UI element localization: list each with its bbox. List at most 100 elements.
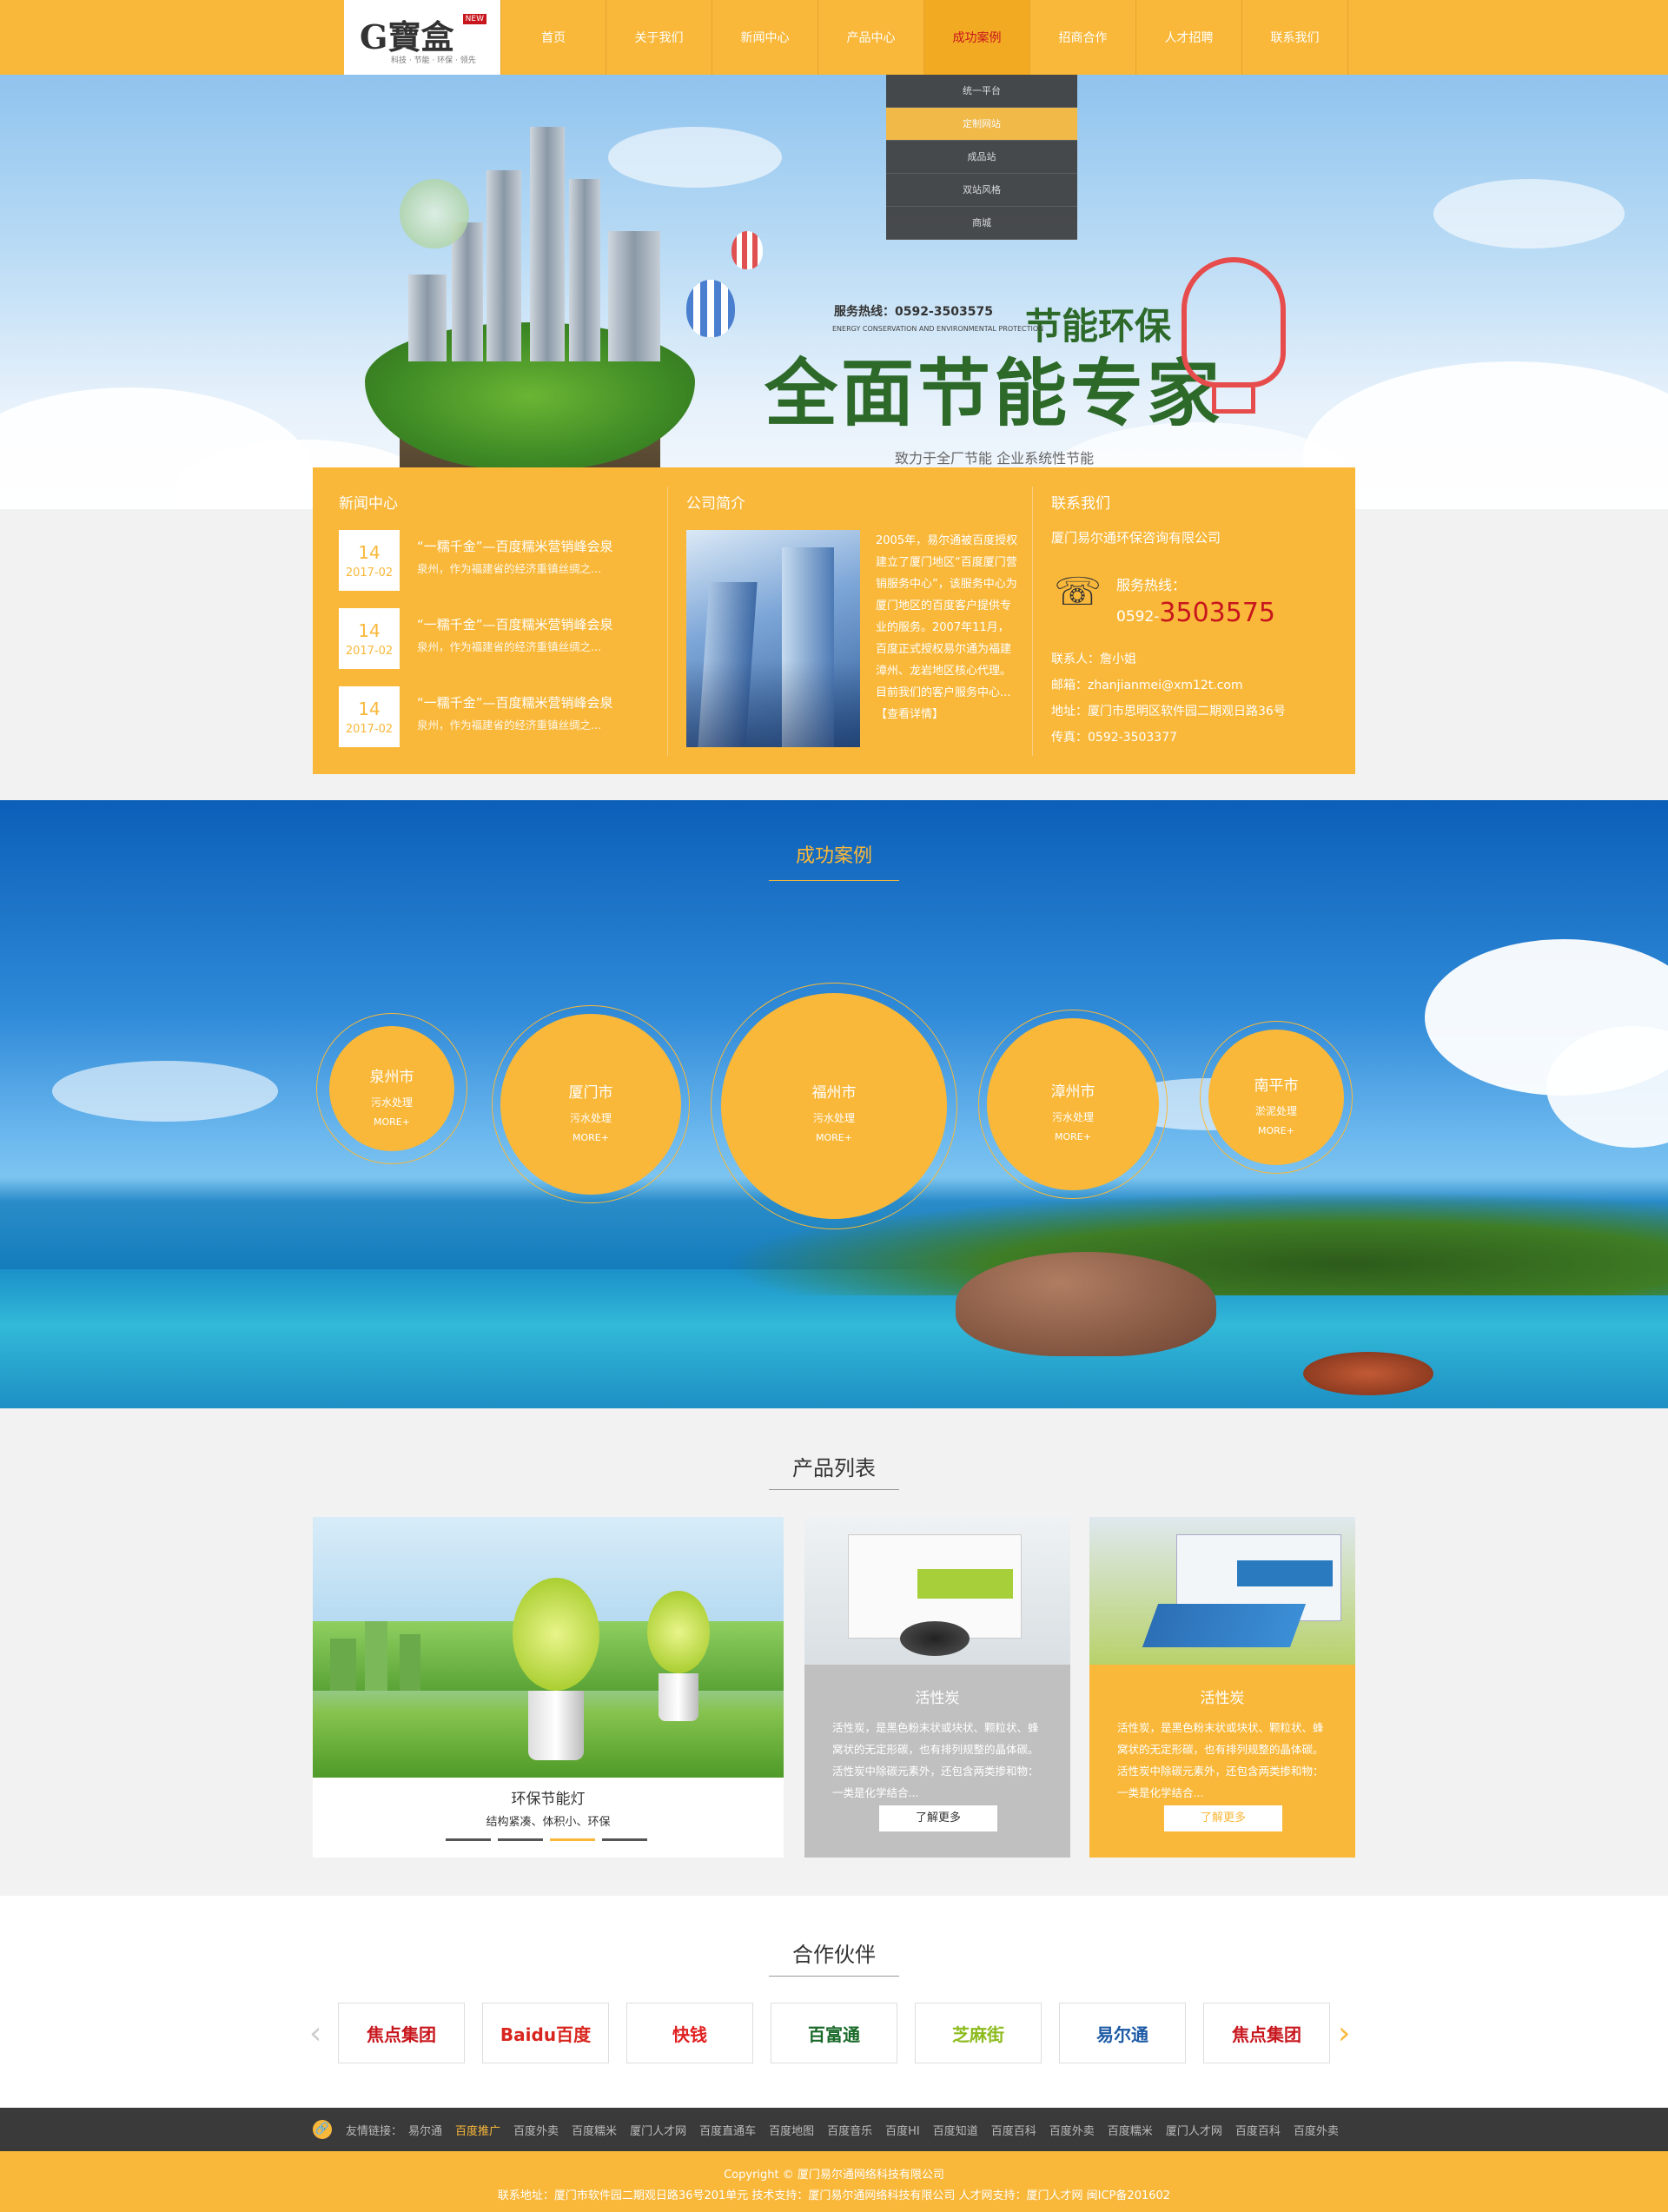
case-quanzhou[interactable]: 泉州市 污水处理 MORE+ [329, 1026, 454, 1151]
partner-logo-focus[interactable]: 焦点集团 [338, 2003, 465, 2063]
friend-link[interactable]: 百度外卖 [513, 2122, 559, 2138]
site-logo[interactable]: G寶盒 NEW 科技 · 节能 · 环保 · 领先 [344, 0, 500, 75]
friend-link[interactable]: 百度地图 [769, 2122, 814, 2138]
case-city: 泉州市 [369, 1069, 414, 1086]
case-more-link[interactable]: MORE+ [500, 1132, 681, 1143]
phone-icon: ☏ [1054, 570, 1102, 614]
contact-section-title[interactable]: 联系我们 [1051, 491, 1110, 513]
case-more-link[interactable]: MORE+ [987, 1131, 1159, 1142]
about-text: 2005年，易尔通被百度授权建立了厦门地区“百度厦门营销服务中心”，该服务中心为… [876, 530, 1019, 725]
friend-link[interactable]: 百度糯米 [572, 2122, 617, 2138]
product-name: 活性炭 [915, 1690, 960, 1707]
friend-link[interactable]: 百度糯米 [1108, 2122, 1153, 2138]
dropdown-item-platform[interactable]: 统一平台 [886, 75, 1077, 108]
partner-logo-baidu[interactable]: Baidu百度 [482, 2003, 609, 2063]
news-item[interactable]: 14 2017-02 “一糯千金”—百度糯米营销峰会泉 泉州，作为福建省的经济重… [339, 530, 660, 591]
featured-product[interactable]: 环保节能灯 结构紧凑、体积小、环保 [313, 1517, 784, 1858]
friend-link[interactable]: 百度直通车 [699, 2122, 756, 2138]
nav-cases[interactable]: 成功案例 [924, 0, 1030, 75]
nav-products[interactable]: 产品中心 [818, 0, 924, 75]
learn-more-button[interactable]: 了解更多 [879, 1805, 997, 1831]
friend-link[interactable]: 厦门人才网 [630, 2122, 686, 2138]
product-tabs [446, 1838, 647, 1841]
product-tab[interactable] [498, 1838, 543, 1841]
partner-logo-zhimajie[interactable]: 芝麻街 [915, 2003, 1042, 2063]
news-item[interactable]: 14 2017-02 “一糯千金”—百度糯米营销峰会泉 泉州，作为福建省的经济重… [339, 686, 660, 747]
friend-links-list: 易尔通 百度推广 百度外卖 百度糯米 厦门人才网 百度直通车 百度地图 百度音乐… [408, 2122, 1339, 2138]
nav-contact[interactable]: 联系我们 [1242, 0, 1348, 75]
partners-title: 合作伙伴 [792, 1943, 876, 1967]
chevron-left-icon[interactable]: ‹ [309, 2016, 321, 2051]
friend-link[interactable]: 百度外卖 [1294, 2122, 1339, 2138]
friend-link[interactable]: 百度外卖 [1049, 2122, 1095, 2138]
news-section-title[interactable]: 新闻中心 [339, 491, 398, 513]
news-title[interactable]: “一糯千金”—百度糯米营销峰会泉 [417, 693, 613, 712]
friend-link[interactable]: 百度百科 [991, 2122, 1036, 2138]
building-image [486, 170, 521, 361]
hotline-prefix: 0592- [1116, 608, 1160, 626]
dropdown-item-dual-style[interactable]: 双站风格 [886, 174, 1077, 207]
hotline-number: 0592-3503575 [1116, 598, 1275, 628]
about-section-title[interactable]: 公司简介 [686, 491, 745, 513]
case-nanping[interactable]: 南平市 淤泥处理 MORE+ [1208, 1030, 1344, 1165]
footer-contact-info: 联系地址：厦门市软件园二期观日路36号201单元 技术支持：厦门易尔通网络科技有… [497, 2189, 1171, 2202]
news-title[interactable]: “一糯千金”—百度糯米营销峰会泉 [417, 615, 613, 633]
lightbulb-icon [1182, 257, 1286, 387]
friend-link[interactable]: 百度音乐 [827, 2122, 872, 2138]
nav-about[interactable]: 关于我们 [606, 0, 712, 75]
nav-jobs[interactable]: 人才招聘 [1136, 0, 1242, 75]
friend-link[interactable]: 厦门人才网 [1166, 2122, 1222, 2138]
building-image [452, 222, 483, 361]
contact-email: 邮箱：zhanjianmei@xm12t.com [1051, 679, 1243, 692]
news-item[interactable]: 14 2017-02 “一糯千金”—百度糯米营销峰会泉 泉州，作为福建省的经济重… [339, 608, 660, 669]
case-more-link[interactable]: MORE+ [329, 1116, 454, 1128]
case-zhangzhou[interactable]: 漳州市 污水处理 MORE+ [987, 1018, 1159, 1190]
banner-subtitle: 致力于全厂节能 企业系统性节能 [895, 450, 1095, 467]
friend-link[interactable]: 百度HI [885, 2122, 920, 2138]
case-more-link[interactable]: MORE+ [721, 1132, 947, 1143]
partner-logo-focus[interactable]: 焦点集团 [1203, 2003, 1330, 2063]
friend-link[interactable]: 百度百科 [1235, 2122, 1281, 2138]
news-date: 14 2017-02 [339, 686, 400, 747]
info-panel: 新闻中心 14 2017-02 “一糯千金”—百度糯米营销峰会泉 泉州，作为福建… [313, 467, 1355, 774]
activated-carbon-box-image [804, 1517, 1070, 1665]
dropdown-item-template-site[interactable]: 成品站 [886, 141, 1077, 174]
nav-home[interactable]: 首页 [500, 0, 606, 75]
case-more-link[interactable]: MORE+ [1208, 1125, 1344, 1136]
activated-carbon-package-image [1089, 1517, 1355, 1665]
nav-investment[interactable]: 招商合作 [1030, 0, 1136, 75]
news-day: 14 [358, 542, 381, 563]
column-divider [1032, 487, 1033, 756]
friend-link[interactable]: 百度知道 [933, 2122, 978, 2138]
nav-news[interactable]: 新闻中心 [712, 0, 818, 75]
partner-logo-kuaiqian[interactable]: 快钱 [626, 2003, 753, 2063]
news-summary: 泉州，作为福建省的经济重镇丝绸之... [417, 719, 601, 732]
partner-logo-baifutong[interactable]: 百富通 [771, 2003, 897, 2063]
new-badge: NEW [462, 14, 486, 24]
case-service: 淤泥处理 [1254, 1105, 1297, 1117]
friend-link[interactable]: 百度推广 [455, 2122, 500, 2138]
product-card[interactable]: 活性炭 活性炭，是黑色粉末状或块状、颗粒状、蜂窝状的无定形碳，也有排列规整的晶体… [1089, 1517, 1355, 1858]
friend-links-label: 友情链接： [346, 2125, 403, 2138]
news-title[interactable]: “一糯千金”—百度糯米营销峰会泉 [417, 537, 613, 555]
footer-copyright: Copyright © 厦门易尔通网络科技有限公司 [724, 2169, 944, 2182]
product-card[interactable]: 活性炭 活性炭，是黑色粉末状或块状、颗粒状、蜂窝状的无定形碳，也有排列规整的晶体… [804, 1517, 1070, 1858]
case-xiamen[interactable]: 厦门市 污水处理 MORE+ [500, 1014, 681, 1195]
energy-saving-bulb-image [313, 1517, 784, 1778]
news-summary: 泉州，作为福建省的经济重镇丝绸之... [417, 562, 601, 575]
product-tab-active[interactable] [550, 1838, 595, 1841]
learn-more-button[interactable]: 了解更多 [1164, 1805, 1282, 1831]
friend-link[interactable]: 易尔通 [408, 2122, 442, 2138]
about-body: 2005年，易尔通被百度授权建立了厦门地区“百度厦门营销服务中心”，该服务中心为… [876, 534, 1018, 699]
about-more-link[interactable]: 【查看详情】 [876, 708, 943, 721]
product-tab[interactable] [446, 1838, 491, 1841]
product-tab[interactable] [602, 1838, 647, 1841]
dropdown-item-mall[interactable]: 商城 [886, 207, 1077, 240]
rock-image [956, 1252, 1216, 1356]
contact-person: 联系人：詹小姐 [1051, 652, 1136, 666]
product-description: 活性炭，是黑色粉末状或块状、颗粒状、蜂窝状的无定形碳，也有排列规整的晶体碳。活性… [1117, 1721, 1324, 1799]
case-fuzhou[interactable]: 福州市 污水处理 MORE+ [721, 993, 947, 1219]
chevron-right-icon[interactable]: › [1338, 2016, 1350, 2051]
dropdown-item-custom-site[interactable]: 定制网站 [886, 108, 1077, 141]
partner-logo-yiertong[interactable]: 易尔通 [1059, 2003, 1186, 2063]
